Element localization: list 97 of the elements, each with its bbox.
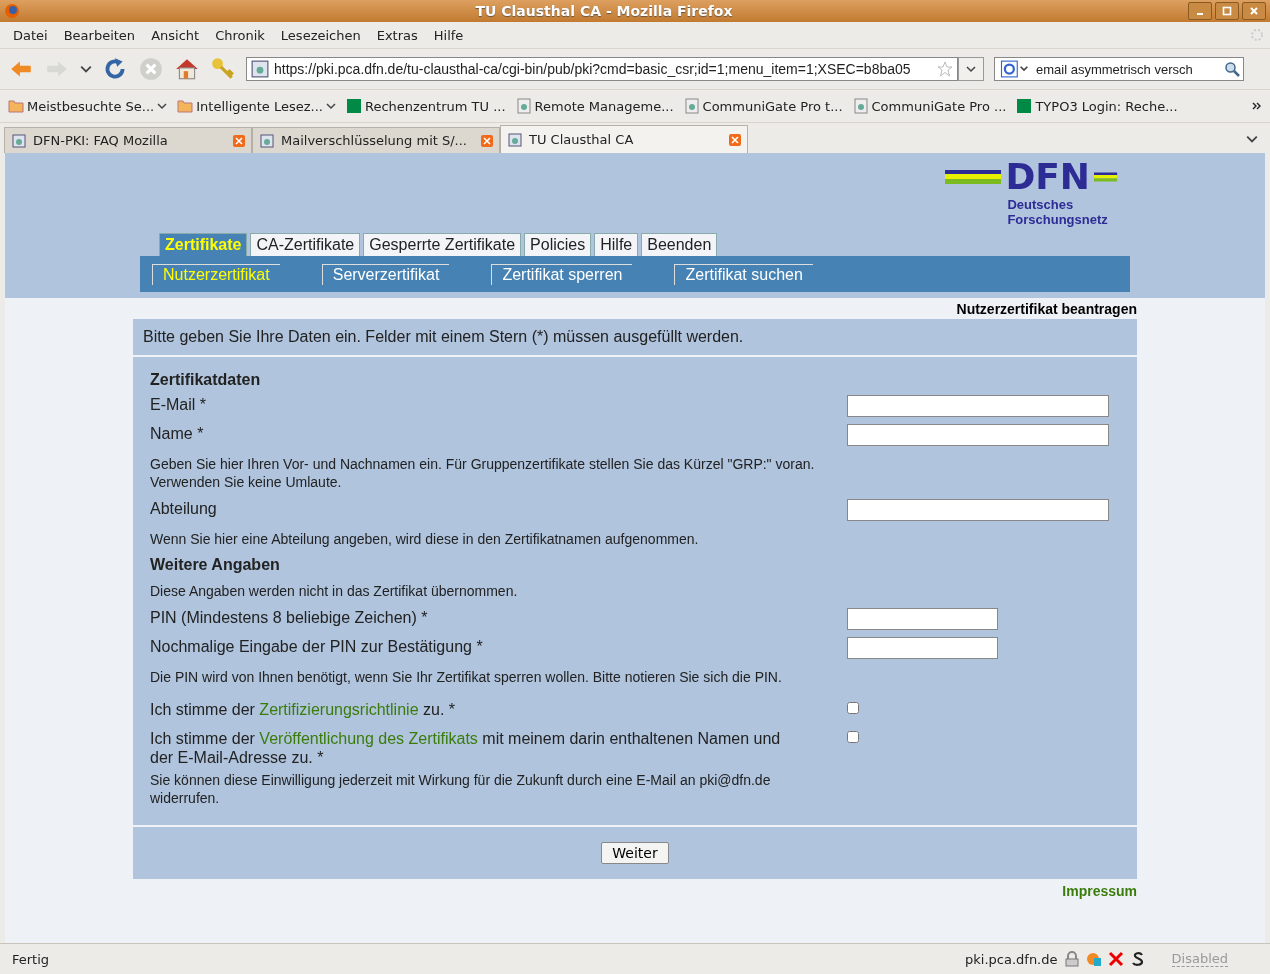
maximize-button[interactable]	[1215, 2, 1239, 20]
field-label: PIN (Mindestens 8 beliebige Zeichen) *	[150, 608, 429, 627]
search-icon[interactable]	[1224, 61, 1240, 77]
field-label: E-Mail *	[150, 395, 207, 414]
throbber-icon	[1249, 27, 1265, 43]
page-title: Nutzerzertifikat beantragen	[955, 300, 1137, 319]
input-field[interactable]	[847, 424, 1109, 446]
bookmark-item[interactable]: Meistbesuchte Se...	[8, 98, 168, 114]
close-tab-icon[interactable]	[729, 133, 741, 146]
main-tab[interactable]: Hilfe	[594, 233, 639, 256]
consent-text: Ich stimme der Veröffentlichung des Zertifikats mit meinem darin enthaltenen Namen und der E-Mail-Adresse zu. *	[150, 729, 782, 767]
bookmark-item[interactable]: CommuniGate Pro t...	[683, 98, 843, 114]
stripes-icon	[945, 170, 1002, 184]
bookmark-item[interactable]: Remote Manageme...	[515, 98, 674, 114]
star-icon[interactable]	[937, 61, 953, 77]
minimize-icon	[1197, 13, 1203, 15]
browser-tab[interactable]: DFN-PKI: FAQ Mozilla	[4, 127, 252, 153]
main-tab[interactable]: Policies	[524, 233, 592, 256]
square-icon	[345, 98, 362, 114]
page-icon	[251, 60, 269, 78]
main-tab[interactable]: Zertifikate	[159, 233, 248, 256]
logo-subtitle: Deutsches	[1007, 197, 1074, 212]
page-icon	[259, 132, 275, 149]
bookmark-item[interactable]: Intelligente Lesez...	[177, 98, 336, 114]
status-text: Fertig	[12, 951, 51, 967]
intro-text: Bitte geben Sie Ihre Daten ein. Felder mit einem Stern (*) müssen ausgefüllt werden.	[133, 319, 1137, 357]
close-button[interactable]	[1242, 2, 1266, 20]
caret-icon	[966, 64, 976, 74]
double-chevron-icon[interactable]	[1252, 102, 1262, 110]
minimize-button[interactable]	[1188, 2, 1212, 20]
menu-item[interactable]: Bearbeiten	[55, 27, 144, 43]
sub-tab[interactable]: Serverzertifikat	[321, 263, 450, 285]
section-heading: Zertifikatdaten	[150, 370, 262, 390]
page-icon	[11, 132, 27, 149]
maximize-icon	[1222, 6, 1232, 16]
checkbox[interactable]	[847, 702, 859, 714]
main-tab[interactable]: Gesperrte Zertifikate	[363, 233, 522, 256]
menu-item[interactable]: Chronik	[207, 27, 273, 43]
host-label: pki.pca.dfn.de	[965, 951, 1058, 967]
hint-text: Diese Angaben werden nicht in das Zertifikat übernommen.	[150, 582, 519, 601]
menu-item[interactable]: Datei	[5, 27, 56, 43]
sub-tab[interactable]: Nutzerzertifikat	[152, 263, 280, 285]
window-title: TU Clausthal CA - Mozilla Firefox	[474, 3, 734, 19]
field-label: Name *	[150, 424, 205, 443]
tab-list-caret-icon[interactable]	[1246, 133, 1258, 145]
square-icon	[1016, 98, 1033, 114]
close-icon	[1249, 6, 1259, 16]
globe-icon	[4, 3, 20, 19]
field-label: Nochmalige Eingabe der PIN zur Bestätigung *	[150, 637, 484, 656]
input-field[interactable]	[847, 395, 1109, 417]
page-icon	[515, 98, 532, 114]
browser-tab[interactable]: Mailverschlüsselung mit S/...	[252, 127, 500, 153]
folder-icon	[177, 98, 194, 114]
continue-button[interactable]: Weiter	[601, 842, 669, 864]
sub-tab[interactable]: Zertifikat sperren	[491, 263, 633, 285]
close-tab-icon[interactable]	[233, 134, 245, 147]
main-tab[interactable]: CA-Zertifikate	[250, 233, 361, 256]
section-heading: Weitere Angaben	[150, 555, 281, 575]
s-logo-icon[interactable]	[1129, 951, 1146, 967]
address-bar[interactable]: https://pki.pca.dfn.de/tu-clausthal-ca/cgi-bin/pub/pki?cmd=basic_csr;id=1;menu_item=1;XSEC=b8ba05	[246, 57, 958, 81]
sub-tab[interactable]: Zertifikat suchen	[674, 263, 813, 285]
menu-item[interactable]: Lesezeichen	[272, 27, 369, 43]
history-dropdown-button[interactable]	[958, 57, 984, 81]
page-icon	[683, 98, 700, 114]
imprint-link[interactable]: Impressum	[1062, 883, 1137, 899]
checkbox[interactable]	[847, 731, 859, 743]
menu-item[interactable]: Extras	[368, 27, 426, 43]
input-field[interactable]	[847, 608, 998, 630]
bookmark-item[interactable]: TYPO3 Login: Reche...	[1016, 98, 1178, 114]
menu-item[interactable]: Hilfe	[425, 27, 472, 43]
page-icon	[507, 131, 523, 148]
addon-icon[interactable]	[1085, 951, 1102, 967]
hint-text: Die PIN wird von Ihnen benötigt, wenn Sie Ihr Zertifikat sperren wollen. Bitte notieren Sie sich die PIN.	[150, 668, 783, 687]
browser-tab[interactable]: TU Clausthal CA	[500, 125, 748, 153]
main-tab[interactable]: Beenden	[641, 233, 718, 256]
caret-icon	[325, 101, 336, 111]
cross-icon[interactable]	[1107, 951, 1124, 967]
close-tab-icon[interactable]	[481, 134, 493, 147]
logo-subtitle: Forschungsnetz	[1007, 212, 1108, 227]
bookmark-item[interactable]: CommuniGate Pro ...	[852, 98, 1007, 114]
padlock-icon[interactable]	[1063, 951, 1080, 967]
logo-wordmark: DFN	[1005, 161, 1090, 193]
search-field[interactable]: email asymmetrisch versch	[994, 57, 1244, 81]
consent-text: Ich stimme der Zertifizierungsrichtlinie zu. *	[150, 700, 456, 719]
caret-icon	[157, 101, 168, 111]
bookmark-item[interactable]: Rechenzentrum TU ...	[345, 98, 506, 114]
hint-text: Sie können diese Einwilligung jederzeit mit Wirkung für die Zukunft durch eine E-Mail an pki@dfn.de widerrufen.	[150, 771, 772, 808]
hint-text: Geben Sie hier Ihren Vor- und Nachnamen ein. Für Gruppenzertifikate stellen Sie das Kürzel "GRP:" voran. Verwenden Sie keine Umlaute.	[150, 455, 816, 492]
hint-text: Wenn Sie hier eine Abteilung angeben, wird diese in den Zertifikatnamen aufgenommen.	[150, 530, 700, 549]
field-label: Abteilung	[150, 499, 218, 518]
page-icon	[852, 98, 869, 114]
key-icon[interactable]	[210, 56, 236, 82]
menu-item[interactable]: Ansicht	[143, 27, 208, 43]
folder-icon	[8, 98, 24, 114]
input-field[interactable]	[847, 637, 998, 659]
caret-icon[interactable]	[80, 63, 92, 75]
input-field[interactable]	[847, 499, 1109, 521]
